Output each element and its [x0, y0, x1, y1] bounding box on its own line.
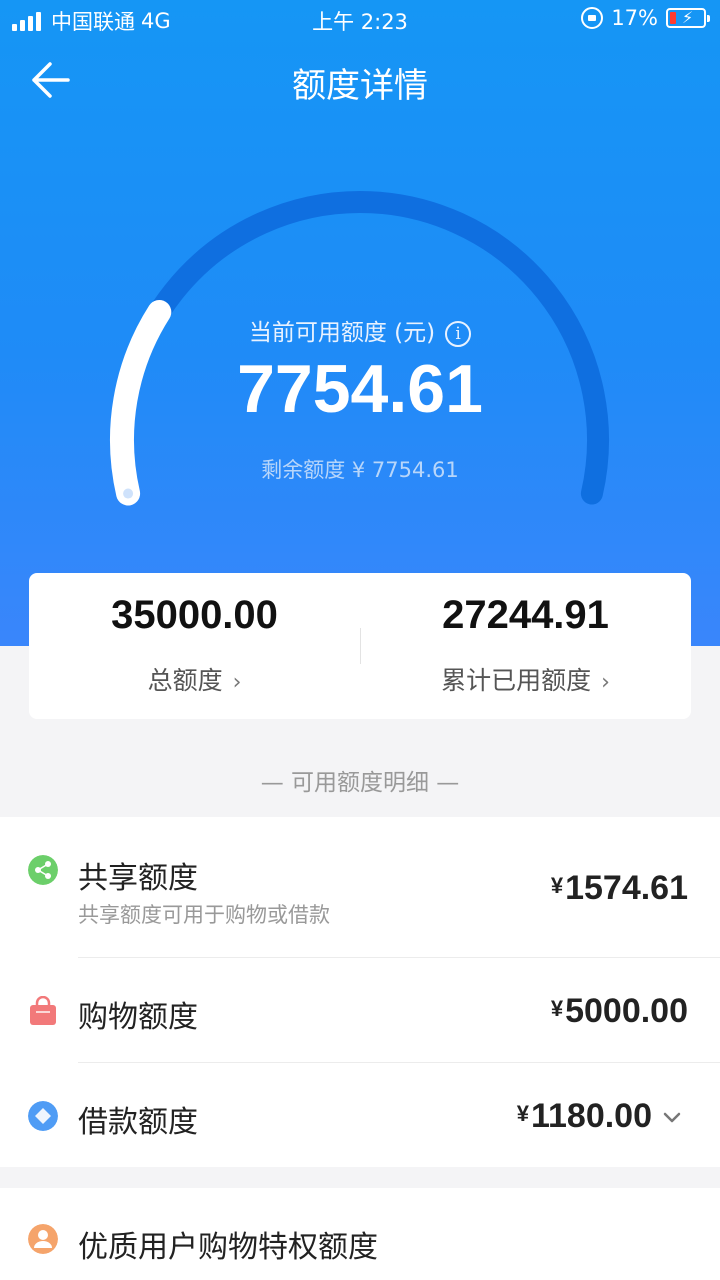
section-title: — 可用额度明细 — — [260, 770, 460, 796]
remaining-credit: 剩余额度 ¥ 7754.61 — [261, 458, 459, 482]
used-credit[interactable]: 27244.91 累计已用额度 › — [360, 573, 691, 719]
list-item-title: 购物额度 — [78, 1000, 198, 1035]
diamond-icon — [28, 1101, 58, 1131]
credit-detail-list: 共享额度 共享额度可用于购物或借款 ¥1574.61 购物额度 ¥5000.00… — [0, 817, 720, 1167]
list-item-subtitle: 共享额度可用于购物或借款 — [78, 903, 330, 927]
shopping-bag-icon — [30, 996, 56, 1025]
available-credit-amount: 7754.61 — [237, 351, 483, 427]
total-credit[interactable]: 35000.00 总额度 › — [29, 573, 360, 719]
chevron-right-icon: › — [232, 670, 242, 695]
list-item-shopping[interactable]: 购物额度 ¥5000.00 — [0, 958, 720, 1063]
available-credit-label: 当前可用额度 (元) i — [0, 313, 720, 347]
list-item-amount: ¥1180.00 — [517, 1097, 684, 1136]
gauge-track — [111, 191, 609, 505]
list-item-title: 优质用户购物特权额度 — [78, 1230, 378, 1265]
summary-card: 35000.00 总额度 › 27244.91 累计已用额度 › — [29, 573, 691, 719]
used-credit-value: 27244.91 — [442, 593, 609, 637]
amount-value: 1574.61 — [565, 869, 688, 907]
total-credit-label: 总额度 — [147, 666, 223, 695]
list-item-amount: ¥5000.00 — [551, 992, 688, 1031]
share-icon — [28, 855, 58, 885]
list-item-premium[interactable]: 优质用户购物特权额度 — [0, 1188, 720, 1280]
list-item-title: 借款额度 — [78, 1105, 198, 1140]
currency-symbol: ¥ — [516, 1101, 529, 1126]
used-credit-link[interactable]: 累计已用额度 › — [360, 661, 691, 697]
chevron-right-icon: › — [601, 670, 610, 695]
gauge-start-dot — [123, 488, 134, 499]
list-item-loan[interactable]: 借款额度 ¥1180.00 — [0, 1063, 720, 1167]
amount-value: 1180.00 — [530, 1097, 652, 1135]
used-credit-label: 累计已用额度 — [441, 666, 592, 695]
list-item-shared[interactable]: 共享额度 共享额度可用于购物或借款 ¥1574.61 — [0, 817, 720, 958]
currency-symbol: ¥ — [550, 996, 564, 1021]
total-credit-value: 35000.00 — [111, 593, 278, 637]
user-icon — [28, 1224, 58, 1254]
amount-value: 5000.00 — [565, 992, 688, 1030]
available-credit-label-text: 当前可用额度 (元) — [248, 320, 436, 346]
chevron-down-icon[interactable] — [660, 1105, 684, 1129]
privilege-list: 优质用户购物特权额度 — [0, 1188, 720, 1280]
total-credit-link[interactable]: 总额度 › — [29, 661, 360, 697]
list-item-title: 共享额度 — [78, 861, 198, 896]
info-icon[interactable]: i — [445, 320, 472, 347]
currency-symbol: ¥ — [550, 873, 564, 898]
list-item-amount: ¥1574.61 — [551, 869, 688, 908]
